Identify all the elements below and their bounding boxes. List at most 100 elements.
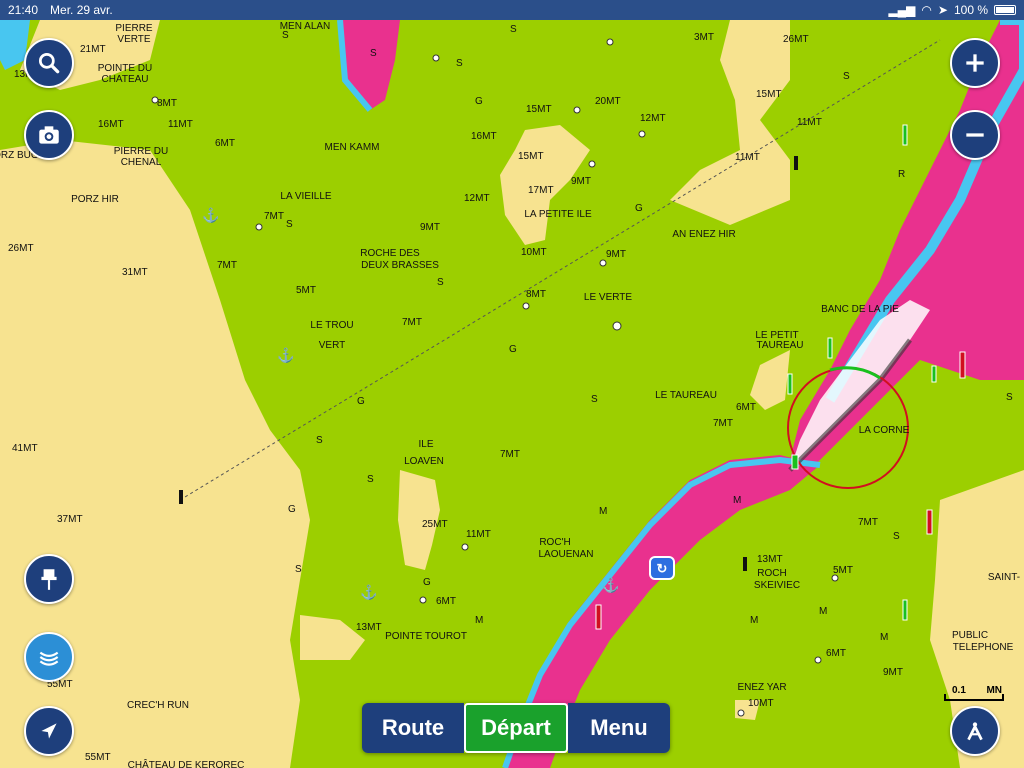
- nautical-chart[interactable]: ⚓ ⚓ ⚓ ⚓ PIERREVERTE MEN ALAN POINTE DUCH…: [0, 0, 1024, 768]
- marina-icon: ↻: [649, 556, 675, 580]
- svg-text:TAUREAU: TAUREAU: [756, 340, 803, 351]
- svg-text:LA VIEILLE: LA VIEILLE: [280, 191, 331, 202]
- svg-text:ROCHE DES: ROCHE DES: [360, 248, 420, 259]
- svg-text:M: M: [750, 615, 758, 626]
- svg-text:S: S: [286, 219, 293, 230]
- svg-text:↻: ↻: [657, 561, 668, 576]
- wifi-icon: ◠: [921, 3, 932, 17]
- svg-text:6MT: 6MT: [736, 402, 756, 413]
- svg-text:S: S: [510, 24, 517, 35]
- status-bar: 21:40 Mer. 29 avr. ▂▄▆ ◠ ➤ 100 %: [0, 0, 1024, 20]
- svg-text:⚓: ⚓: [202, 207, 219, 224]
- search-icon: [38, 52, 60, 74]
- search-button[interactable]: [24, 38, 74, 88]
- svg-text:DEUX BRASSES: DEUX BRASSES: [361, 260, 439, 271]
- svg-text:20MT: 20MT: [595, 96, 621, 107]
- svg-text:9MT: 9MT: [606, 249, 626, 260]
- svg-text:11MT: 11MT: [168, 119, 193, 130]
- bottom-action-bar: Route Départ Menu: [362, 703, 670, 753]
- svg-text:LOAVEN: LOAVEN: [404, 456, 444, 467]
- navigate-button[interactable]: [24, 706, 74, 756]
- svg-text:M: M: [733, 495, 741, 506]
- svg-text:S: S: [295, 564, 302, 575]
- zoom-in-button[interactable]: [950, 38, 1000, 88]
- svg-text:G: G: [357, 396, 365, 407]
- svg-text:7MT: 7MT: [858, 517, 878, 528]
- svg-text:55MT: 55MT: [85, 752, 111, 763]
- waypoint-pin-button[interactable]: [24, 554, 74, 604]
- svg-text:41MT: 41MT: [12, 443, 38, 454]
- camera-button[interactable]: [24, 110, 74, 160]
- svg-text:POINTE DU: POINTE DU: [98, 63, 152, 74]
- svg-text:S: S: [591, 394, 598, 405]
- svg-text:5MT: 5MT: [833, 565, 853, 576]
- camera-icon: [39, 126, 59, 144]
- svg-text:PUBLIC: PUBLIC: [952, 630, 988, 641]
- svg-text:16MT: 16MT: [98, 119, 124, 130]
- svg-text:LA PETITE ILE: LA PETITE ILE: [524, 209, 592, 220]
- svg-text:S: S: [843, 71, 850, 82]
- svg-text:11MT: 11MT: [466, 529, 491, 540]
- svg-text:17MT: 17MT: [528, 185, 554, 196]
- svg-text:15MT: 15MT: [526, 104, 552, 115]
- svg-text:7MT: 7MT: [500, 449, 520, 460]
- svg-text:7MT: 7MT: [217, 260, 237, 271]
- start-button[interactable]: Départ: [464, 703, 568, 753]
- svg-text:AN ENEZ HIR: AN ENEZ HIR: [672, 229, 735, 240]
- svg-text:9MT: 9MT: [571, 176, 591, 187]
- svg-text:⚓: ⚓: [360, 584, 377, 601]
- svg-text:CHENAL: CHENAL: [121, 157, 162, 168]
- svg-text:⚓: ⚓: [602, 577, 619, 594]
- svg-text:G: G: [509, 344, 517, 355]
- svg-text:M: M: [880, 632, 888, 643]
- svg-text:25MT: 25MT: [422, 519, 448, 530]
- svg-text:BANC DE LA PIE: BANC DE LA PIE: [821, 304, 899, 315]
- svg-text:S: S: [1006, 392, 1013, 403]
- svg-text:26MT: 26MT: [8, 243, 34, 254]
- svg-text:S: S: [437, 277, 444, 288]
- signal-icon: ▂▄▆: [888, 3, 916, 17]
- svg-text:M: M: [819, 606, 827, 617]
- svg-text:7MT: 7MT: [402, 317, 422, 328]
- svg-text:6MT: 6MT: [436, 596, 456, 607]
- svg-text:S: S: [367, 474, 374, 485]
- svg-text:VERT: VERT: [319, 340, 346, 351]
- svg-text:S: S: [316, 435, 323, 446]
- route-button[interactable]: Route: [362, 703, 464, 753]
- zoom-out-button[interactable]: [950, 110, 1000, 160]
- sonar-button[interactable]: [24, 632, 74, 682]
- svg-text:LE VERTE: LE VERTE: [584, 292, 632, 303]
- svg-text:⚓: ⚓: [277, 347, 294, 364]
- svg-text:M: M: [599, 506, 607, 517]
- svg-text:21MT: 21MT: [80, 44, 106, 55]
- navigation-arrow-icon: [41, 723, 57, 739]
- svg-text:LE TAUREAU: LE TAUREAU: [655, 390, 717, 401]
- svg-text:7MT: 7MT: [264, 211, 284, 222]
- battery-icon: [994, 5, 1016, 15]
- svg-text:13MT: 13MT: [356, 622, 382, 633]
- status-date: Mer. 29 avr.: [50, 3, 113, 17]
- plus-icon: [966, 54, 984, 72]
- svg-text:10MT: 10MT: [521, 247, 547, 258]
- svg-text:3MT: 3MT: [694, 32, 714, 43]
- svg-text:S: S: [282, 30, 289, 41]
- svg-text:MEN KAMM: MEN KAMM: [325, 142, 380, 153]
- battery-level-fill: [996, 7, 1014, 13]
- svg-text:CHATEAU: CHATEAU: [101, 74, 148, 85]
- svg-text:26MT: 26MT: [783, 34, 809, 45]
- svg-text:G: G: [288, 504, 296, 515]
- svg-text:8MT: 8MT: [157, 98, 177, 109]
- svg-text:11MT: 11MT: [797, 117, 822, 128]
- svg-text:12MT: 12MT: [464, 193, 490, 204]
- menu-button[interactable]: Menu: [568, 703, 670, 753]
- compass-button[interactable]: [950, 706, 1000, 756]
- svg-text:7MT: 7MT: [713, 418, 733, 429]
- svg-text:G: G: [423, 577, 431, 588]
- svg-text:37MT: 37MT: [57, 514, 83, 525]
- svg-text:TELEPHONE: TELEPHONE: [953, 642, 1014, 653]
- minus-icon: [966, 133, 984, 137]
- svg-text:VERTE: VERTE: [117, 34, 150, 45]
- svg-text:PORZ HIR: PORZ HIR: [71, 194, 119, 205]
- svg-text:15MT: 15MT: [756, 89, 782, 100]
- scale-bar: [944, 694, 1004, 701]
